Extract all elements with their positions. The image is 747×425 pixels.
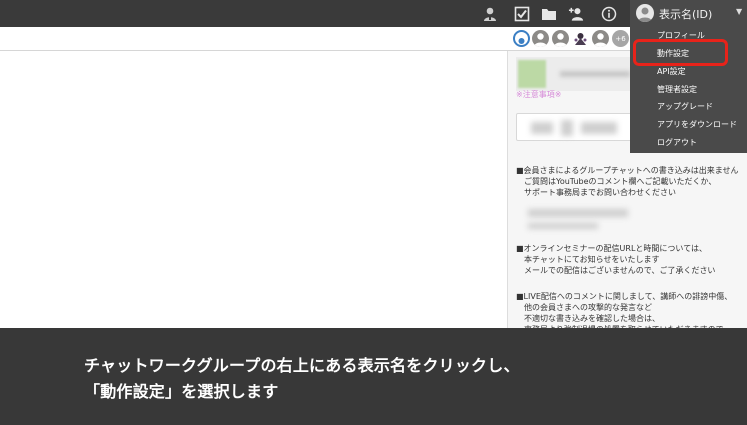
member-avatar[interactable] [513,30,530,47]
blurred-text [528,223,598,229]
notice-paragraph: ■オンラインセミナーの配信URLと時間については、 本チャットにてお知らせをいた… [516,244,716,275]
blurred-link-box [516,113,636,141]
menu-item-api-settings[interactable]: API設定 [657,66,686,77]
menu-item-download-app[interactable]: アプリをダウンロード [657,119,737,130]
top-bar: 表示名(ID) ▼ [0,0,747,27]
caption-line: チャットワークグループの右上にある表示名をクリックし、 [84,356,520,375]
more-members-badge[interactable]: +6 [612,30,629,47]
chat-timeline [0,51,507,341]
blurred-text [528,209,628,217]
member-avatar[interactable] [532,30,549,47]
member-avatar[interactable] [552,30,569,47]
info-icon[interactable] [600,5,617,22]
notice-heading: ※注意事項※ [516,89,561,100]
folder-icon[interactable] [540,5,557,22]
room-icon [518,60,546,88]
user-menu-button[interactable]: 表示名(ID) ▼ [630,0,747,27]
menu-item-admin-settings[interactable]: 管理者設定 [657,84,697,95]
notice-paragraph: ■会員さまによるグループチャットへの書き込みは出来ません ご質問はYouTube… [516,166,739,197]
menu-item-logout[interactable]: ログアウト [657,137,697,148]
menu-item-upgrade[interactable]: アップグレード [657,101,713,112]
highlight-frame [633,39,728,66]
blurred-room-name [560,71,630,77]
avatar [636,4,654,22]
display-name: 表示名(ID) [659,8,713,21]
caption-line: 「動作設定」を選択します [84,382,279,401]
instruction-caption: チャットワークグループの右上にある表示名をクリックし、 「動作設定」を選択します [0,328,747,425]
notice-text: ※注意事項※ [516,90,562,99]
chevron-down-icon: ▼ [736,7,743,16]
task-icon[interactable] [513,5,530,22]
member-avatar[interactable] [592,30,609,47]
add-contact-icon[interactable] [568,5,585,22]
admin-icon[interactable] [481,5,498,22]
member-avatar[interactable] [572,30,589,47]
